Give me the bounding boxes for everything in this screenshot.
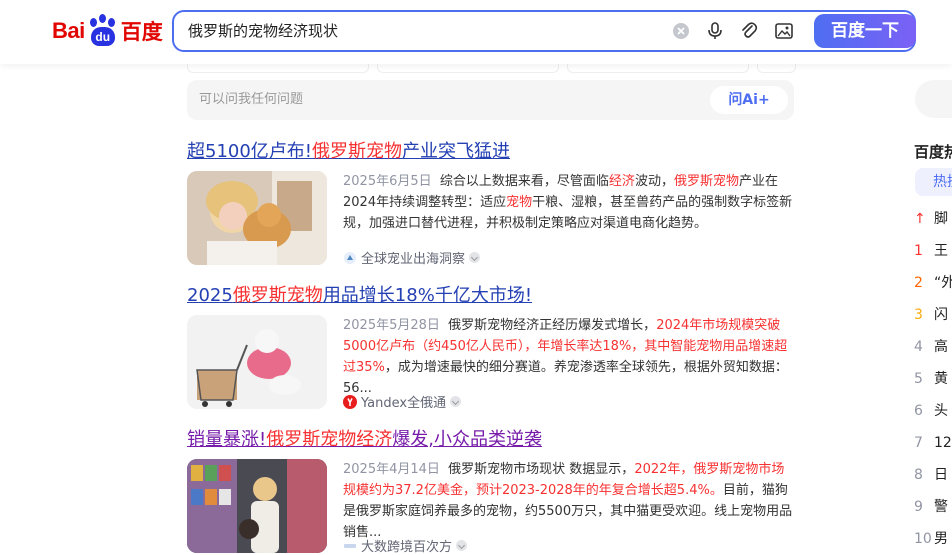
sidebar-pill[interactable] [915, 80, 952, 118]
clear-icon[interactable] [671, 21, 691, 41]
image-search-icon[interactable] [774, 21, 794, 41]
chevron-down-icon[interactable] [450, 396, 462, 407]
hot-item[interactable]: 7 12 [914, 433, 952, 453]
result-source[interactable]: 全球宠业出海洞察 [343, 248, 481, 267]
hot-item[interactable]: 6头 [914, 401, 948, 421]
ai-question-box[interactable]: 可以问我任何问题 问Ai+ [187, 80, 794, 120]
hot-item[interactable]: 3闪 [914, 305, 948, 325]
ai-question-input[interactable]: 可以问我任何问题 [199, 80, 303, 120]
hot-item[interactable]: 4高 [914, 337, 948, 357]
search-button[interactable]: 百度一下 [814, 14, 916, 48]
result-thumbnail[interactable] [187, 459, 327, 553]
hot-item[interactable]: 5黄 [914, 369, 948, 389]
result-snippet: 2025年5月28日 俄罗斯宠物经济正经历爆发式增长，2024年市场规模突破50… [343, 318, 788, 396]
source-name: 大数跨境百次方 [361, 540, 453, 555]
header: Bai du 百度 俄罗斯的宠物经济现状 百度一下 [0, 0, 952, 64]
search-box[interactable]: 俄罗斯的宠物经济现状 百度一下 [172, 10, 916, 52]
hot-item[interactable]: 2 “外 [914, 273, 952, 293]
yandex-icon [343, 394, 357, 409]
search-result: 销量暴涨!俄罗斯宠物经济爆发,小众品类逆袭 2025年4月14日 俄罗斯宠物市场… [187, 428, 797, 555]
hot-item[interactable]: ↑ 脚 [914, 209, 948, 229]
result-thumbnail[interactable] [187, 171, 327, 265]
logo-text-left: Bai [52, 18, 85, 43]
result-title[interactable]: 销量暴涨!俄罗斯宠物经济爆发,小众品类逆袭 [187, 428, 797, 452]
source-icon [344, 543, 356, 548]
baidu-logo[interactable]: Bai du 百度 [52, 14, 163, 48]
logo-text-right: 百度 [120, 20, 163, 44]
hot-item[interactable]: 9警 [914, 497, 948, 517]
result-title[interactable]: 超5100亿卢布!俄罗斯宠物产业突飞猛进 [187, 140, 797, 164]
search-tabs-strip [187, 64, 796, 73]
result-snippet: 2025年4月14日 俄罗斯宠物市场现状 数据显示，2022年，俄罗斯宠物市场规… [343, 462, 793, 540]
hot-search-title: 百度热搜 [914, 143, 952, 161]
right-sidebar: 百度热搜 热搜 ↑脚 1王 2“外 3闪 4高 5黄 6头 712 8日 9警 … [908, 0, 952, 550]
search-result: 2025俄罗斯宠物用品增长18%千亿大市场! 2025年5月28日 俄罗斯宠物经… [187, 284, 797, 411]
search-result: 超5100亿卢布!俄罗斯宠物产业突飞猛进 2025年6月5日 综合以上数据来看，… [187, 140, 797, 267]
chevron-down-icon[interactable] [456, 540, 468, 551]
hot-item[interactable]: 10 男 [914, 529, 948, 549]
source-name: 全球宠业出海洞察 [361, 252, 466, 267]
chevron-down-icon[interactable] [469, 252, 481, 263]
paw-icon: du [86, 14, 120, 48]
ask-ai-button[interactable]: 问Ai+ [710, 86, 788, 114]
attachment-icon[interactable] [739, 21, 759, 41]
result-source[interactable]: Yandex全俄通 [343, 392, 462, 411]
search-input[interactable]: 俄罗斯的宠物经济现状 [188, 12, 338, 50]
source-icon [344, 251, 356, 264]
hot-item[interactable]: 1王 [914, 241, 948, 261]
result-title[interactable]: 2025俄罗斯宠物用品增长18%千亿大市场! [187, 284, 797, 308]
logo-paw-text: du [90, 27, 115, 46]
tab-hot-search[interactable]: 热搜 [915, 168, 952, 196]
result-thumbnail[interactable] [187, 315, 327, 409]
source-name: Yandex全俄通 [361, 396, 447, 411]
result-snippet: 2025年6月5日 综合以上数据来看，尽管面临经济波动，俄罗斯宠物产业在2024… [343, 174, 793, 231]
hot-item[interactable]: 8日 [914, 465, 948, 485]
microphone-icon[interactable] [705, 21, 725, 41]
result-source[interactable]: 大数跨境百次方 [343, 536, 468, 555]
